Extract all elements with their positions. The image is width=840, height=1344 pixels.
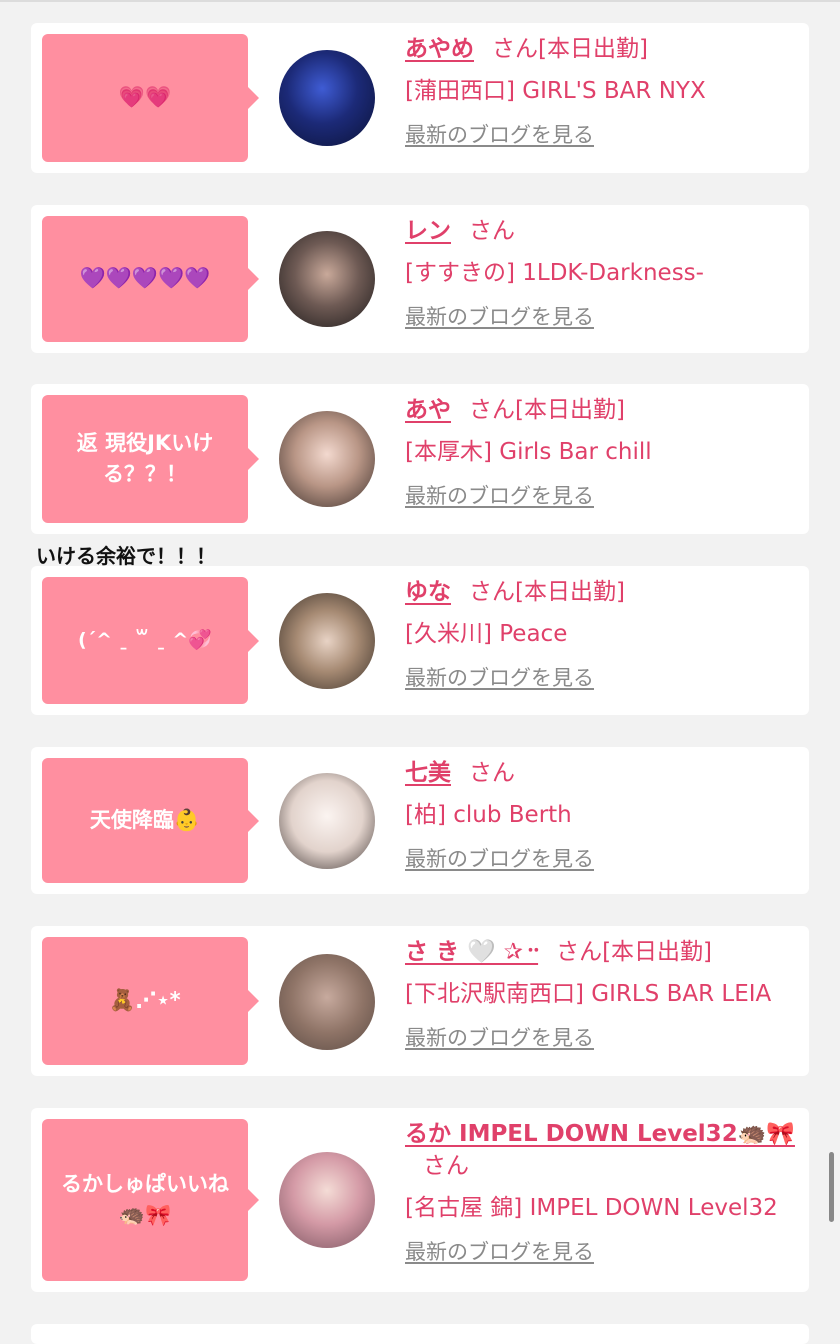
- cast-name-link[interactable]: るか IMPEL DOWN Level32🦔🎀: [405, 1121, 795, 1147]
- honorific: さん: [492, 36, 538, 62]
- comment-text: 💗💗: [118, 85, 172, 110]
- blog-link[interactable]: 最新のブログを見る: [405, 301, 594, 331]
- list-item: (ˊ^ ˍ ꒳ ˍ ^💞 ゆな さん[本日出勤] [久米川] Peace 最新のブ…: [31, 566, 809, 715]
- avatar[interactable]: [279, 954, 375, 1050]
- comment-bubble: 返 現役JKいける？？！: [42, 395, 259, 523]
- list-item: 天使降臨👶 七美 さん [柏] club Berth 最新のブログを見る: [31, 747, 809, 894]
- shop-name: [本厚木] Girls Bar chill: [405, 439, 652, 466]
- shop-name: [すすきの] 1LDK-Darkness-: [405, 260, 704, 287]
- list-item: 💗💗 あやめ さん[本日出勤] [蒲田西口] GIRL'S BAR NYX 最新の…: [31, 23, 809, 173]
- honorific: さん: [469, 760, 515, 786]
- comment-text: 返 現役JKいける？？！: [76, 430, 214, 487]
- avatar[interactable]: [279, 593, 375, 689]
- comment-bubble: るかしゅぱいいね🦔🎀: [42, 1119, 259, 1281]
- shop-name: [蒲田西口] GIRL'S BAR NYX: [405, 78, 706, 105]
- avatar[interactable]: [279, 50, 375, 146]
- avatar[interactable]: [279, 231, 375, 327]
- blog-link[interactable]: 最新のブログを見る: [405, 1236, 594, 1266]
- cast-name-link[interactable]: レン: [405, 218, 451, 244]
- comment-bubble: 🧸⋰⋆*: [42, 937, 259, 1065]
- scrollbar[interactable]: [829, 1152, 834, 1222]
- shop-name: [下北沢駅南西口] GIRLS BAR LEIA: [405, 981, 772, 1008]
- attendance-status: [本日出勤]: [538, 36, 648, 62]
- honorific: さん: [469, 579, 515, 605]
- shop-name: [久米川] Peace: [405, 621, 568, 648]
- blog-link[interactable]: 最新のブログを見る: [405, 480, 594, 510]
- comment-bubble: 天使降臨👶: [42, 758, 259, 883]
- list-item: 返 現役JKいける？？！ あや さん[本日出勤] [本厚木] Girls Bar …: [31, 384, 809, 534]
- cast-name-link[interactable]: さ き 🤍 ✰᠃: [405, 939, 538, 965]
- comment-bubble: 💜💜💜💜💜: [42, 216, 259, 342]
- shop-name: [柏] club Berth: [405, 802, 572, 829]
- honorific: さん: [469, 218, 515, 244]
- comment-bubble: (ˊ^ ˍ ꒳ ˍ ^💞: [42, 577, 259, 704]
- honorific: さん: [556, 939, 603, 965]
- avatar[interactable]: [279, 1152, 375, 1248]
- comment-text: 🧸⋰⋆*: [109, 988, 181, 1013]
- cast-name-link[interactable]: あや: [405, 397, 451, 423]
- shop-name: [名古屋 錦] IMPEL DOWN Level32: [405, 1195, 778, 1222]
- top-divider: [0, 0, 840, 2]
- comment-text: 天使降臨👶: [89, 807, 201, 832]
- comment-text: るかしゅぱいいね🦔🎀: [61, 1171, 229, 1228]
- attendance-status: [本日出勤]: [602, 939, 713, 965]
- honorific: さん: [469, 397, 515, 423]
- overlay-caption: いける余裕で！！！: [36, 544, 216, 568]
- cast-name-link[interactable]: ゆな: [405, 579, 451, 605]
- blog-link[interactable]: 最新のブログを見る: [405, 119, 594, 149]
- attendance-status: [本日出勤]: [515, 579, 625, 605]
- cast-name-link[interactable]: 七美: [405, 760, 451, 786]
- blog-link[interactable]: 最新のブログを見る: [405, 1022, 594, 1052]
- list-item: 🧸⋰⋆* さ き 🤍 ✰᠃ さん[本日出勤] [下北沢駅南西口] GIRLS BA…: [31, 926, 809, 1076]
- list-item-partial: [31, 1324, 809, 1344]
- list-item: るかしゅぱいいね🦔🎀 るか IMPEL DOWN Level32🦔🎀 さん [名古…: [31, 1108, 809, 1292]
- avatar[interactable]: [279, 411, 375, 507]
- comment-bubble: 💗💗: [42, 34, 259, 162]
- blog-link[interactable]: 最新のブログを見る: [405, 662, 594, 692]
- list-item: 💜💜💜💜💜 レン さん [すすきの] 1LDK-Darkness- 最新のブログを…: [31, 205, 809, 353]
- comment-text: (ˊ^ ˍ ꒳ ˍ ^💞: [78, 629, 212, 652]
- blog-link[interactable]: 最新のブログを見る: [405, 843, 594, 873]
- avatar[interactable]: [279, 773, 375, 869]
- comment-text: 💜💜💜💜💜: [79, 266, 211, 291]
- attendance-status: [本日出勤]: [515, 397, 625, 423]
- cast-name-link[interactable]: あやめ: [405, 36, 474, 62]
- honorific: さん: [423, 1153, 469, 1180]
